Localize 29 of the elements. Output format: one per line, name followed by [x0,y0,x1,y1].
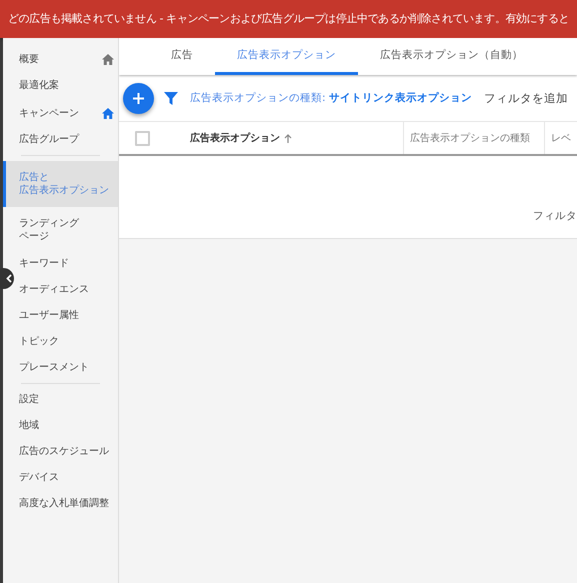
tab[interactable]: 広告 [149,38,215,75]
empty-table-message: フィルタ [533,209,577,223]
filter-chip[interactable]: 広告表示オプションの種類: サイトリンク表示オプション [190,91,472,105]
error-banner-message: どの広告も掲載されていません - キャンペーンおよび広告グループは停止中であるか削除されています。有効にすると [7,11,570,27]
sidebar-item[interactable]: デバイス [16,467,118,488]
sidebar-item[interactable]: プレースメント [16,357,118,378]
plus-icon [133,92,144,104]
filter-icon[interactable] [164,92,178,104]
sidebar-item[interactable]: 広告のスケジュール [16,441,118,462]
add-button[interactable] [123,82,154,114]
sidebar-item[interactable]: 地域 [16,415,118,436]
tab[interactable]: 広告表示オプション（自動） [358,38,545,75]
sidebar-item[interactable]: ユーザー属性 [16,305,118,326]
sidebar-item[interactable]: トピック [16,331,118,352]
add-filter-link[interactable]: フィルタを追加 [484,90,568,106]
sidebar-item[interactable]: 設定 [16,389,118,410]
sidebar-item[interactable]: オーディエンス [16,279,118,300]
chevron-left-icon [6,274,12,283]
sidebar-item[interactable]: キャンペーン [16,103,118,124]
select-all-checkbox[interactable] [135,130,150,146]
sidebar-item[interactable]: 概要 [16,49,118,70]
sidebar-item[interactable]: 広告グループ [16,129,118,150]
column-header[interactable]: 広告表示オプション [190,131,280,145]
sidebar-item[interactable]: 最適化案 [16,75,118,96]
sidebar-item[interactable]: ランディング ページ [16,215,118,245]
column-header[interactable]: レベ [551,131,571,145]
sidebar-item[interactable]: 高度な入札単価調整 [16,493,118,514]
sidebar-item[interactable]: キーワード [16,253,118,274]
column-header[interactable]: 広告表示オプションの種類 [410,131,530,145]
